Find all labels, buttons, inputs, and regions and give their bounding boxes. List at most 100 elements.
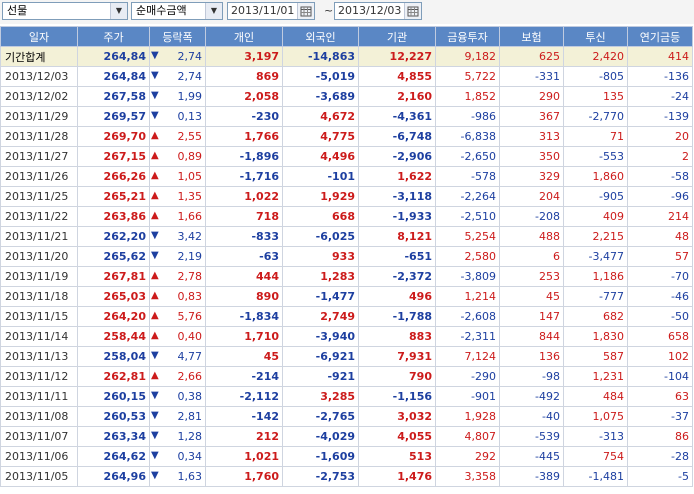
- table-row[interactable]: 2013/11/11 260,15 ▼ 0,38 -2,112 3,285 -1,156 -9…: [0, 386, 693, 407]
- table-row[interactable]: 2013/11/12 262,81 ▲ 2,66 -214 -921 790 -290 -98 1…: [0, 366, 693, 387]
- column-header-date[interactable]: 일자: [0, 26, 78, 47]
- market-select[interactable]: 선물 ▼: [2, 2, 128, 20]
- institution-cell: -1,933: [358, 206, 436, 227]
- column-header-fin-inv[interactable]: 금융투자: [435, 26, 500, 47]
- table-row[interactable]: 2013/11/29 269,57 ▼ 0,13 -230 4,672 -4,361 -986…: [0, 106, 693, 127]
- table-row[interactable]: 2013/11/26 266,26 ▲ 1,05 -1,716 -101 1,622 -578…: [0, 166, 693, 187]
- table-row[interactable]: 2013/11/19 267,81 ▲ 2,78 444 1,283 -2,372 -3,80…: [0, 266, 693, 287]
- column-header-trust[interactable]: 투신: [563, 26, 628, 47]
- table-row[interactable]: 2013/11/15 264,20 ▲ 5,76 -1,834 2,749 -1,788 -2…: [0, 306, 693, 327]
- fin-inv-cell: 5,254: [435, 226, 500, 247]
- institution-cell: 883: [358, 326, 436, 347]
- trust-cell: 71: [563, 126, 628, 147]
- table-row[interactable]: 2013/11/25 265,21 ▲ 1,35 1,022 1,929 -3,118 -2,…: [0, 186, 693, 207]
- chevron-down-icon[interactable]: ▼: [110, 3, 127, 19]
- price-cell: 269,57: [77, 106, 150, 127]
- date-cell: 2013/11/29: [0, 106, 78, 127]
- table-row[interactable]: 2013/11/08 260,53 ▼ 2,81 -142 -2,765 3,032 1,92…: [0, 406, 693, 427]
- foreign-cell: -6,921: [282, 346, 359, 367]
- column-header-individual[interactable]: 개인: [205, 26, 283, 47]
- date-cell: 2013/11/08: [0, 406, 78, 427]
- table-row[interactable]: 2013/12/02 267,58 ▼ 1,99 2,058 -3,689 2,160 1,8…: [0, 86, 693, 107]
- foreign-cell: 1,929: [282, 186, 359, 207]
- chevron-down-icon[interactable]: ▼: [205, 3, 222, 19]
- price-cell: 262,81: [77, 366, 150, 387]
- table-row[interactable]: 2013/12/03 264,84 ▼ 2,74 869 -5,019 4,855 5,722…: [0, 66, 693, 87]
- price-cell: 262,20: [77, 226, 150, 247]
- foreign-cell: -5,019: [282, 66, 359, 87]
- date-cell: 2013/11/07: [0, 426, 78, 447]
- trust-cell: -3,477: [563, 246, 628, 267]
- foreign-cell: -3,940: [282, 326, 359, 347]
- price-cell: 263,34: [77, 426, 150, 447]
- foreign-cell: 2,749: [282, 306, 359, 327]
- table-row[interactable]: 2013/11/07 263,34 ▼ 1,28 212 -4,029 4,055 4,807…: [0, 426, 693, 447]
- fin-inv-cell: 9,182: [435, 46, 500, 67]
- date-cell: 2013/11/15: [0, 306, 78, 327]
- change-cell: ▼ 2,74: [149, 66, 206, 87]
- table-row[interactable]: 2013/11/14 258,44 ▲ 0,40 1,710 -3,940 883 -2,31…: [0, 326, 693, 347]
- table-row[interactable]: 2013/11/28 269,70 ▲ 2,55 1,766 4,775 -6,748 -6,…: [0, 126, 693, 147]
- date-cell: 2013/11/18: [0, 286, 78, 307]
- pension-cell: -70: [627, 266, 693, 287]
- foreign-cell: -1,477: [282, 286, 359, 307]
- table-row[interactable]: 2013/11/18 265,03 ▲ 0,83 890 -1,477 496 1,214 45…: [0, 286, 693, 307]
- fin-inv-cell: -2,264: [435, 186, 500, 207]
- insurance-cell: 367: [499, 106, 564, 127]
- change-value: 2,19: [177, 250, 203, 263]
- fin-inv-cell: 7,124: [435, 346, 500, 367]
- table-row[interactable]: 2013/11/27 267,15 ▲ 0,89 -1,896 4,496 -2,906 -2…: [0, 146, 693, 167]
- change-cell: ▼ 1,28: [149, 426, 206, 447]
- column-header-foreign[interactable]: 외국인: [282, 26, 359, 47]
- column-header-pension[interactable]: 연기금등: [627, 26, 693, 47]
- column-header-change[interactable]: 등락폭: [149, 26, 206, 47]
- pension-cell: -50: [627, 306, 693, 327]
- individual-cell: 444: [205, 266, 283, 287]
- calendar-icon[interactable]: [404, 3, 421, 19]
- investor-trading-table: 일자 주가 등락폭 개인 외국인 기관 금융투자 보험 투신 연기금등 기간합계 264,84 ▼ 2,…: [0, 26, 693, 487]
- pension-cell: 48: [627, 226, 693, 247]
- trust-cell: 587: [563, 346, 628, 367]
- column-header-insurance[interactable]: 보험: [499, 26, 564, 47]
- foreign-cell: 668: [282, 206, 359, 227]
- individual-cell: -230: [205, 106, 283, 127]
- fin-inv-cell: 2,580: [435, 246, 500, 267]
- trust-cell: 1,231: [563, 366, 628, 387]
- change-value: 0,38: [177, 390, 203, 403]
- table-row[interactable]: 2013/11/05 264,96 ▼ 1,63 1,760 -2,753 1,476 3,3…: [0, 466, 693, 487]
- calendar-icon[interactable]: [297, 3, 314, 19]
- insurance-cell: 45: [499, 286, 564, 307]
- fin-inv-cell: -2,311: [435, 326, 500, 347]
- table-row[interactable]: 2013/11/22 263,86 ▲ 1,66 718 668 -1,933 -2,510-…: [0, 206, 693, 227]
- type-select[interactable]: 순매수금액 ▼: [131, 2, 223, 20]
- summary-row[interactable]: 기간합계 264,84 ▼ 2,74 3,197 -14,863 12,227 9,182 62…: [0, 46, 693, 67]
- date-cell: 2013/11/27: [0, 146, 78, 167]
- change-value: 1,63: [177, 470, 203, 483]
- table-row[interactable]: 2013/11/06 264,62 ▼ 0,34 1,021 -1,609 513 292 -4…: [0, 446, 693, 467]
- foreign-cell: -6,025: [282, 226, 359, 247]
- change-cell: ▼ 0,34: [149, 446, 206, 467]
- pension-cell: 57: [627, 246, 693, 267]
- individual-cell: 718: [205, 206, 283, 227]
- table-row[interactable]: 2013/11/20 265,62 ▼ 2,19 -63 933 -651 2,580 6 -3,…: [0, 246, 693, 267]
- change-cell: ▼ 3,42: [149, 226, 206, 247]
- column-header-institution[interactable]: 기관: [358, 26, 436, 47]
- price-cell: 267,81: [77, 266, 150, 287]
- individual-cell: 212: [205, 426, 283, 447]
- insurance-cell: 6: [499, 246, 564, 267]
- date-from-field[interactable]: 2013/11/01: [227, 2, 315, 20]
- triangle-down-icon: ▼: [151, 470, 159, 481]
- pension-cell: 658: [627, 326, 693, 347]
- triangle-up-icon: ▲: [151, 270, 159, 281]
- triangle-up-icon: ▲: [151, 370, 159, 381]
- table-row[interactable]: 2013/11/13 258,04 ▼ 4,77 45 -6,921 7,931 7,124 1…: [0, 346, 693, 367]
- date-to-field[interactable]: 2013/12/03: [334, 2, 422, 20]
- table-row[interactable]: 2013/11/21 262,20 ▼ 3,42 -833 -6,025 8,121 5,25…: [0, 226, 693, 247]
- change-cell: ▼ 0,38: [149, 386, 206, 407]
- foreign-cell: -1,609: [282, 446, 359, 467]
- individual-cell: -142: [205, 406, 283, 427]
- change-cell: ▲ 2,66: [149, 366, 206, 387]
- trust-cell: -1,481: [563, 466, 628, 487]
- table-body: 기간합계 264,84 ▼ 2,74 3,197 -14,863 12,227 9,182 62…: [0, 46, 693, 487]
- column-header-price[interactable]: 주가: [77, 26, 150, 47]
